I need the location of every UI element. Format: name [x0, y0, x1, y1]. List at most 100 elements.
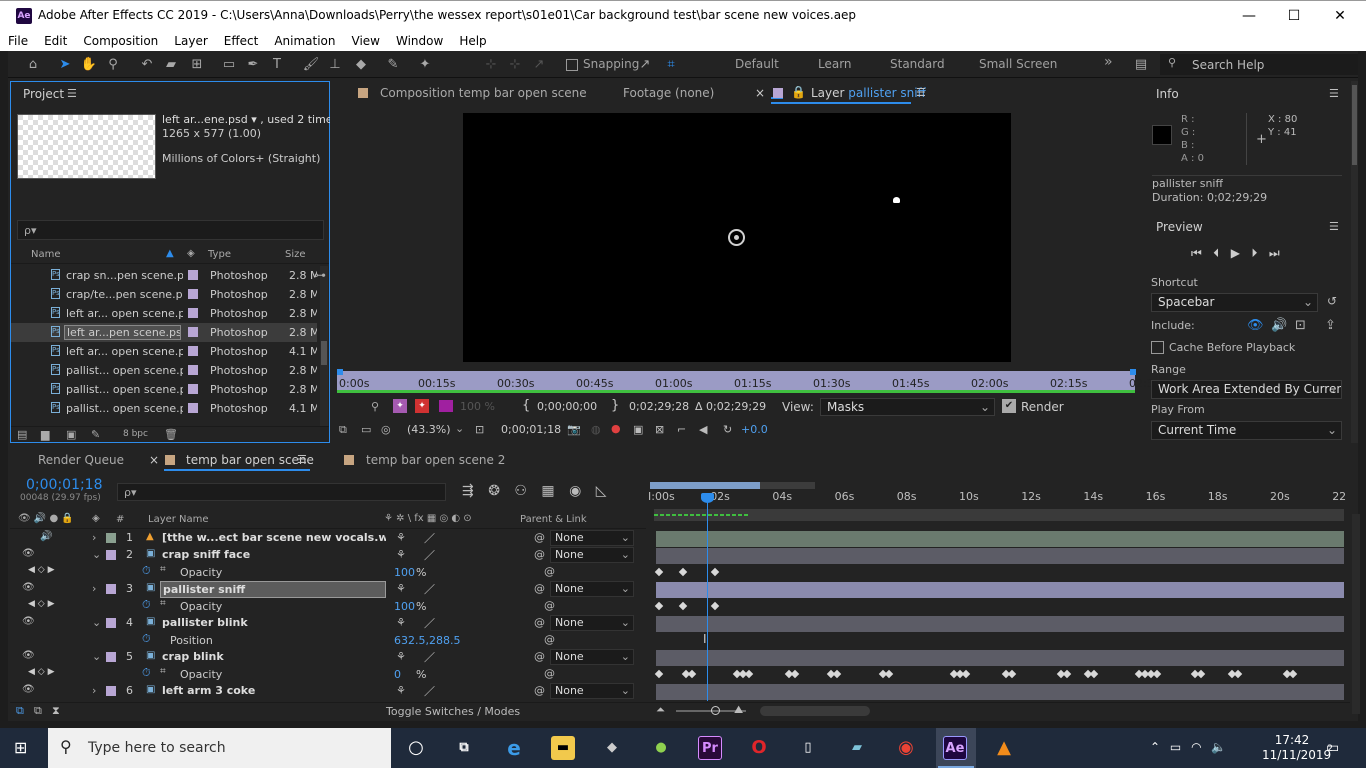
- 3d-view-icon[interactable]: ⌐: [677, 423, 686, 436]
- reset-icon[interactable]: ↺: [1327, 294, 1337, 308]
- project-item-row[interactable]: Ps left ar...pen scene.psd Photoshop 2.8 M: [11, 323, 317, 342]
- visibility-eye-icon[interactable]: 👁: [22, 650, 35, 661]
- work-area-range[interactable]: [650, 482, 760, 489]
- info-panel-title[interactable]: Info: [1156, 87, 1179, 101]
- snapshot-camera-icon[interactable]: 📷: [567, 423, 581, 436]
- layer-label-swatch[interactable]: [106, 652, 116, 662]
- layer-duration-bar[interactable]: [656, 531, 1344, 547]
- project-item-row[interactable]: Ps crap/te...pen scene.psd Photoshop 2.8 M: [11, 285, 317, 304]
- visibility-eye-icon[interactable]: 👁: [22, 582, 35, 593]
- layer-name[interactable]: crap blink: [160, 649, 386, 666]
- keyframe-navigator-icon[interactable]: ◀ ◇ ▶: [28, 599, 55, 609]
- include-overlays-icon[interactable]: ⊡: [1295, 318, 1306, 333]
- pan-behind-tool-icon[interactable]: ⊞: [188, 56, 206, 73]
- chevron-down-icon[interactable]: ⌄: [92, 650, 101, 663]
- axis-view-icon[interactable]: ↗: [530, 56, 548, 73]
- keyframe-marker[interactable]: [1152, 669, 1162, 679]
- layer-name[interactable]: [tthe w...ect bar scene new vocals.wav]: [160, 530, 386, 547]
- property-row[interactable]: ◀ ◇ ▶ ⏱ ⌗ Opacity 100% @: [22, 598, 657, 615]
- keyframe-marker[interactable]: [744, 669, 754, 679]
- keyframe-marker[interactable]: [710, 601, 720, 611]
- roto-brush-tool-icon[interactable]: ✎: [384, 56, 402, 73]
- view-select[interactable]: Masks ⌄: [820, 398, 995, 416]
- selection-tool-icon[interactable]: ➤: [56, 56, 74, 73]
- keyframe-marker[interactable]: [1007, 669, 1017, 679]
- layer-duration-bar[interactable]: [656, 548, 1344, 564]
- layer-name[interactable]: pallister sniff: [160, 581, 386, 598]
- pickwhip-icon[interactable]: @: [544, 599, 555, 612]
- more-workspaces-icon[interactable]: »: [1104, 54, 1113, 70]
- transparency-grid-icon[interactable]: ⊠: [655, 423, 664, 436]
- pickwhip-icon[interactable]: @: [534, 616, 545, 629]
- fit-icon[interactable]: ⊡: [475, 423, 484, 436]
- channel-rgb-icon[interactable]: ●: [611, 422, 621, 435]
- tab-layer[interactable]: Layer pallister sniff: [811, 86, 926, 100]
- wifi-icon[interactable]: ◠: [1191, 740, 1201, 754]
- next-frame-icon[interactable]: ⏵: [1251, 246, 1257, 260]
- snap-target-icon[interactable]: ⌗: [662, 56, 680, 73]
- set-out-point-icon[interactable]: }: [611, 398, 619, 413]
- draft-3d-icon[interactable]: ❂: [488, 483, 500, 499]
- chrome-alt-icon[interactable]: ●: [649, 736, 673, 760]
- layer-label-swatch[interactable]: [106, 584, 116, 594]
- project-panel-title[interactable]: Project: [23, 87, 64, 101]
- clock[interactable]: 17:42 11/11/2019: [1262, 733, 1331, 763]
- puppet-tool-icon[interactable]: ✦: [416, 56, 434, 73]
- right-panel-scrollbar[interactable]: [1351, 81, 1358, 443]
- panel-menu-icon[interactable]: ☰: [67, 87, 77, 100]
- keyframe-marker[interactable]: [832, 669, 842, 679]
- task-view-icon[interactable]: ⧉: [452, 736, 476, 760]
- axis-local-icon[interactable]: ⊹: [482, 56, 500, 73]
- timeline-panel-menu-icon[interactable]: ☰: [297, 453, 307, 466]
- transfer-controls-icon[interactable]: ⧉: [34, 704, 42, 718]
- first-frame-icon[interactable]: ⏮: [1191, 246, 1202, 260]
- project-item-row[interactable]: Ps pallist... open scene.psd Photoshop 4.1 …: [11, 399, 317, 418]
- property-row[interactable]: ◀ ◇ ▶ ⏱ ⌗ Opacity 0% @: [22, 666, 657, 683]
- axis-world-icon[interactable]: ⊹: [506, 56, 524, 73]
- search-help-field[interactable]: ⚲ Search Help: [1160, 54, 1358, 75]
- minimize-button[interactable]: —: [1234, 6, 1264, 26]
- snap-option-icon[interactable]: ↗: [636, 56, 654, 73]
- opera-icon[interactable]: O: [747, 736, 771, 760]
- alpha-overlay-icon[interactable]: ✦: [415, 399, 429, 413]
- parent-select[interactable]: None ⌄: [550, 581, 634, 597]
- playhead-line[interactable]: [707, 496, 708, 701]
- layer-name-column[interactable]: Layer Name: [148, 514, 209, 525]
- graph-editor-icon[interactable]: ◺: [596, 483, 607, 499]
- new-composition-icon[interactable]: ▣: [66, 428, 76, 441]
- flowchart-icon[interactable]: ⊶: [314, 268, 326, 282]
- workspace-standard[interactable]: Standard: [890, 57, 945, 71]
- shy-switch-icon[interactable]: ⚘: [396, 684, 406, 697]
- right-panel-scrollbar-thumb[interactable]: [1352, 85, 1357, 165]
- reset-view-icon[interactable]: ◀: [699, 423, 707, 436]
- quality-switch-icon[interactable]: ／: [424, 547, 435, 563]
- menu-animation[interactable]: Animation: [266, 31, 343, 51]
- layer-name[interactable]: left arm 3 coke: [160, 683, 386, 700]
- tab-composition[interactable]: Composition temp bar open scene: [380, 86, 587, 100]
- parent-select[interactable]: None ⌄: [550, 683, 634, 699]
- pickwhip-icon[interactable]: @: [534, 650, 545, 663]
- maximize-button[interactable]: ☐: [1279, 6, 1309, 26]
- tab-temp-bar-open-scene-2[interactable]: temp bar open scene 2: [366, 453, 505, 467]
- previous-frame-icon[interactable]: ⏴: [1213, 246, 1219, 260]
- mask-visibility-icon[interactable]: ◎: [381, 423, 391, 436]
- in-point-value[interactable]: 0;00;00;00: [537, 400, 597, 413]
- project-scrollbar[interactable]: [320, 266, 328, 426]
- puppet-pin-icon[interactable]: ⚲: [371, 400, 379, 413]
- pickwhip-icon[interactable]: @: [544, 633, 555, 646]
- region-of-interest-icon[interactable]: ▣: [633, 423, 643, 436]
- menu-layer[interactable]: Layer: [166, 31, 215, 51]
- keyframe-marker[interactable]: [961, 669, 971, 679]
- layer-row[interactable]: 👁 ⌄ 4 ▣ pallister blink ⚘ ／ @ None ⌄: [22, 615, 657, 632]
- label-column-icon[interactable]: ◈: [92, 513, 100, 524]
- zoom-slider-thumb[interactable]: [711, 706, 720, 715]
- quality-switch-icon[interactable]: ／: [424, 683, 435, 699]
- show-snapshot-icon[interactable]: ◍: [591, 423, 601, 436]
- layer-duration-bar[interactable]: [656, 650, 1344, 666]
- mask-shape[interactable]: [893, 197, 900, 203]
- current-time-display[interactable]: 0;00;01;18: [26, 477, 103, 493]
- always-preview-icon[interactable]: ⧉: [339, 423, 347, 437]
- keyframe-navigator-icon[interactable]: ◀ ◇ ▶: [28, 667, 55, 677]
- parent-link-column[interactable]: Parent & Link: [520, 514, 587, 525]
- in-out-icon[interactable]: ⧗: [52, 704, 60, 718]
